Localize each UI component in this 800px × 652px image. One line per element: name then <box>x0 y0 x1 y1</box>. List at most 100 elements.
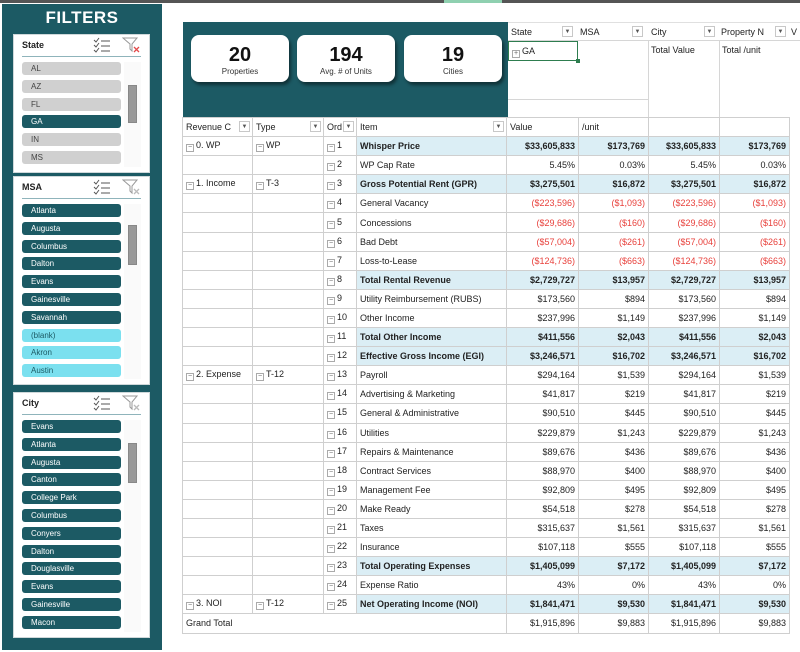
slicer-item[interactable]: Gainesville <box>22 292 121 306</box>
total-value-cell[interactable]: $2,729,727 <box>648 269 720 290</box>
item-cell[interactable]: Utility Reimbursement (RUBS) <box>356 288 507 309</box>
type-cell[interactable]: − T-12 <box>252 365 324 386</box>
collapse-icon[interactable]: − <box>186 373 194 382</box>
total-value-cell[interactable]: $3,275,501 <box>648 174 720 195</box>
value-cell[interactable]: $294,164 <box>506 365 579 386</box>
city-dropdown-icon[interactable]: ▼ <box>704 26 715 37</box>
total-unit-cell[interactable]: $219 <box>719 384 790 405</box>
slicer-item[interactable]: MS <box>22 150 121 164</box>
total-unit-cell[interactable]: $1,561 <box>719 517 790 539</box>
unit-cell[interactable]: $278 <box>578 498 649 519</box>
collapse-icon[interactable]: − <box>327 201 335 210</box>
collapse-icon[interactable]: − <box>327 182 335 191</box>
collapse-icon[interactable]: − <box>327 487 335 496</box>
value-cell[interactable]: 43% <box>506 575 579 596</box>
msa-dropdown-icon[interactable]: ▼ <box>632 26 643 37</box>
total-value-cell[interactable]: $315,637 <box>648 517 720 539</box>
item-cell[interactable]: Expense Ratio <box>356 575 507 596</box>
collapse-icon[interactable]: − <box>256 373 264 382</box>
item-cell[interactable]: Advertising & Marketing <box>356 384 507 405</box>
item-cell[interactable]: General & Administrative <box>356 403 507 424</box>
order-cell[interactable]: −10 <box>323 307 357 329</box>
value-cell[interactable]: $41,817 <box>506 384 579 405</box>
value-cell[interactable]: 5.45% <box>506 155 579 176</box>
value-cell[interactable]: ($223,596) <box>506 193 579 214</box>
collapse-icon[interactable]: − <box>327 144 335 153</box>
unit-cell[interactable]: ($663) <box>578 250 649 271</box>
order-cell[interactable]: −15 <box>323 403 357 424</box>
item-cell[interactable]: WP Cap Rate <box>356 155 507 176</box>
total-unit-cell[interactable]: ($663) <box>719 250 790 271</box>
total-unit-cell[interactable]: $278 <box>719 498 790 519</box>
filter-header-msa[interactable]: MSA <box>580 27 600 37</box>
unit-cell[interactable]: $555 <box>578 537 649 558</box>
clear-filter-icon[interactable] <box>122 179 140 195</box>
total-unit-cell[interactable]: ($1,093) <box>719 193 790 214</box>
value-cell[interactable]: ($124,736) <box>506 250 579 271</box>
item-cell[interactable]: Gross Potential Rent (GPR) <box>356 174 507 195</box>
item-cell[interactable]: Utilities <box>356 422 507 443</box>
item-cell[interactable]: Make Ready <box>356 498 507 519</box>
type-cell[interactable]: − T-12 <box>252 594 324 615</box>
item-cell[interactable]: Taxes <box>356 517 507 539</box>
total-value-cell[interactable]: $1,405,099 <box>648 556 720 577</box>
collapse-icon[interactable]: − <box>327 545 335 554</box>
slicer-item[interactable]: Savannah <box>22 310 121 324</box>
collapse-icon[interactable]: − <box>186 182 194 191</box>
slicer-item[interactable]: Conyers <box>22 526 121 540</box>
order-cell[interactable]: −16 <box>323 422 357 443</box>
item-cell[interactable]: General Vacancy <box>356 193 507 214</box>
order-cell[interactable]: −1 <box>323 136 357 157</box>
total-value-cell[interactable]: $33,605,833 <box>648 136 720 157</box>
grand-total-unit[interactable]: $9,883 <box>578 613 649 634</box>
collapse-icon[interactable]: − <box>327 296 335 305</box>
collapse-icon[interactable]: − <box>327 220 335 229</box>
slicer-item[interactable]: IN <box>22 133 121 147</box>
value-cell[interactable]: $1,841,471 <box>506 594 579 615</box>
row-header-item[interactable]: Item ▼ <box>356 116 507 138</box>
total-unit-cell[interactable]: $9,530 <box>719 594 790 615</box>
total-value-cell[interactable]: $89,676 <box>648 441 720 462</box>
value-cell[interactable]: $237,996 <box>506 307 579 329</box>
value-cell[interactable]: $90,510 <box>506 403 579 424</box>
order-cell[interactable]: −5 <box>323 212 357 233</box>
total-unit-cell[interactable]: $13,957 <box>719 269 790 290</box>
slicer-item[interactable]: College Park <box>22 491 121 505</box>
total-value-cell[interactable]: $3,246,571 <box>648 346 720 367</box>
total-unit-cell[interactable]: $1,149 <box>719 307 790 329</box>
collapse-icon[interactable]: − <box>327 468 335 477</box>
collapse-icon[interactable]: − <box>327 449 335 458</box>
item-cell[interactable]: Effective Gross Income (EGI) <box>356 346 507 367</box>
collapse-icon[interactable]: − <box>327 392 335 401</box>
grand-total-value[interactable]: $1,915,896 <box>506 613 579 634</box>
collapse-icon[interactable]: − <box>186 144 194 153</box>
unit-cell[interactable]: $1,539 <box>578 365 649 386</box>
value-cell[interactable]: $2,729,727 <box>506 269 579 290</box>
item-cell[interactable]: Bad Debt <box>356 231 507 252</box>
order-cell[interactable]: −20 <box>323 498 357 519</box>
slicer-item[interactable]: Columbus <box>22 239 121 253</box>
collapse-icon[interactable]: − <box>327 163 335 172</box>
unit-cell[interactable]: $436 <box>578 441 649 462</box>
slicer-item[interactable]: Akron <box>22 346 121 360</box>
total-unit-cell[interactable]: $1,243 <box>719 422 790 443</box>
order-cell[interactable]: −9 <box>323 288 357 309</box>
multi-select-icon[interactable] <box>93 37 111 53</box>
unit-cell[interactable]: $445 <box>578 403 649 424</box>
dropdown-icon[interactable]: ▼ <box>493 121 504 132</box>
unit-cell[interactable]: 0.03% <box>578 155 649 176</box>
slicer-item[interactable]: Columbus <box>22 508 121 522</box>
order-cell[interactable]: −3 <box>323 174 357 195</box>
type-cell[interactable]: − T-3 <box>252 174 324 195</box>
total-unit-cell[interactable]: $445 <box>719 403 790 424</box>
revenue-category-cell[interactable]: −3. NOI <box>182 594 253 615</box>
unit-cell[interactable]: $894 <box>578 288 649 309</box>
total-value-cell[interactable]: $92,809 <box>648 479 720 500</box>
order-cell[interactable]: −7 <box>323 250 357 271</box>
collapse-icon[interactable]: − <box>327 564 335 573</box>
value-cell[interactable]: $88,970 <box>506 460 579 481</box>
order-cell[interactable]: −11 <box>323 327 357 348</box>
selected-cell-ga[interactable]: + GA <box>508 41 580 63</box>
slicer-item[interactable]: (blank) <box>22 328 121 342</box>
total-value-cell[interactable]: $107,118 <box>648 537 720 558</box>
